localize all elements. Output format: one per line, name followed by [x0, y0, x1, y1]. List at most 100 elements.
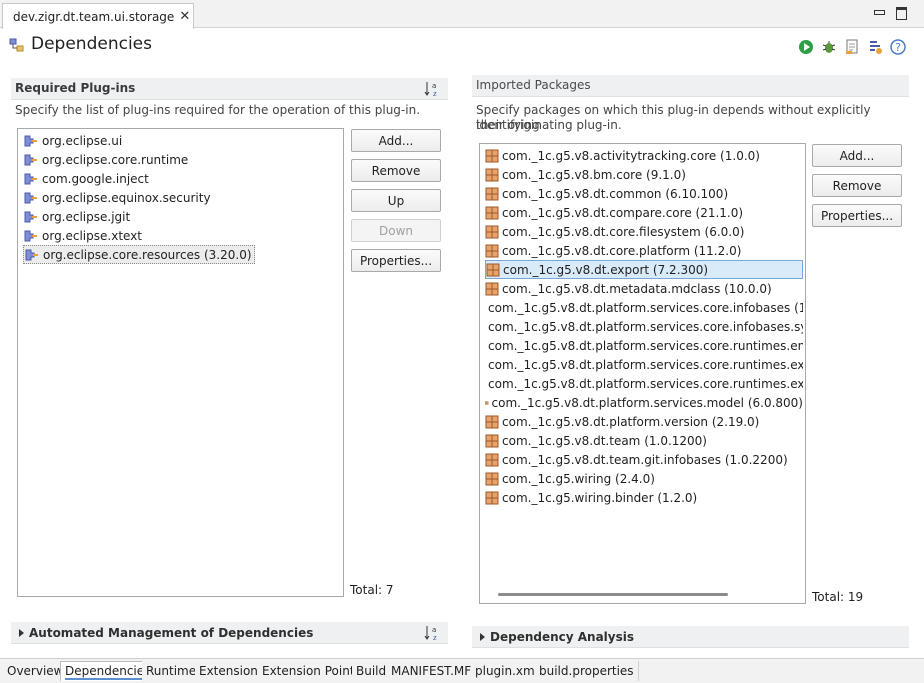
- imported-packages-description-2: their originating plug-in.: [476, 118, 622, 132]
- list-item[interactable]: com._1c.g5.v8.dt.metadata.mdclass (10.0.…: [485, 279, 803, 298]
- required-plugins-description: Specify the list of plug-ins required fo…: [15, 103, 421, 117]
- imported-packages-title: Imported Packages: [476, 78, 591, 92]
- list-item[interactable]: com._1c.g5.v8.activitytracking.core (1.0…: [485, 146, 803, 165]
- list-item[interactable]: com._1c.g5.v8.dt.platform.services.core.…: [485, 298, 803, 317]
- package-icon: [485, 434, 499, 447]
- package-properties-button[interactable]: Properties...: [812, 204, 902, 227]
- required-plugins-title: Required Plug-ins: [15, 81, 136, 95]
- editor-tab-strip: dev.zigr.dt.team.ui.storage ✕: [0, 0, 924, 29]
- imported-packages-list[interactable]: com._1c.g5.v8.activitytracking.core (1.0…: [479, 143, 806, 604]
- plugin-icon: [24, 154, 37, 165]
- dependency-analysis-section[interactable]: Dependency Analysis: [472, 626, 909, 648]
- package-icon: [486, 263, 500, 276]
- plugin-icon: [24, 173, 37, 184]
- list-item[interactable]: com._1c.g5.v8.dt.core.filesystem (6.0.0): [485, 222, 803, 241]
- package-icon: [485, 206, 499, 219]
- add-plugin-button[interactable]: Add...: [351, 129, 441, 152]
- sort-icon[interactable]: [867, 39, 883, 55]
- export-icon[interactable]: [844, 39, 860, 55]
- required-total: Total: 7: [350, 583, 394, 597]
- svg-text:z: z: [433, 634, 437, 642]
- svg-text:z: z: [433, 90, 437, 98]
- remove-package-button[interactable]: Remove: [812, 174, 902, 197]
- list-item[interactable]: org.eclipse.jgit: [23, 207, 130, 226]
- list-item[interactable]: org.eclipse.xtext: [23, 226, 142, 245]
- svg-text:a: a: [432, 82, 436, 90]
- package-icon: [485, 491, 499, 504]
- list-item[interactable]: com._1c.g5.v8.dt.core.platform (11.2.0): [485, 241, 803, 260]
- package-icon: [485, 149, 499, 162]
- plugin-icon: [24, 211, 37, 222]
- close-icon[interactable]: ✕: [179, 9, 190, 24]
- tab-plugin-xml[interactable]: plugin.xml: [471, 661, 544, 681]
- plugin-icon: [25, 249, 38, 260]
- package-icon: [485, 187, 499, 200]
- package-icon: [485, 168, 499, 181]
- plugin-icon: [24, 192, 37, 203]
- up-button[interactable]: Up: [351, 189, 441, 212]
- automated-management-title: Automated Management of Dependencies: [29, 626, 314, 640]
- list-item[interactable]: com._1c.g5.wiring (2.4.0): [485, 469, 803, 488]
- horizontal-scrollbar[interactable]: [498, 593, 728, 596]
- package-icon: [485, 415, 499, 428]
- debug-icon[interactable]: [821, 39, 837, 55]
- list-item[interactable]: com._1c.g5.v8.dt.compare.core (21.1.0): [485, 203, 803, 222]
- sort-alphabetical-icon[interactable]: a z: [423, 80, 441, 98]
- list-item[interactable]: com._1c.g5.v8.dt.platform.version (2.19.…: [485, 412, 803, 431]
- list-item[interactable]: org.eclipse.equinox.security: [23, 188, 211, 207]
- tab-overview[interactable]: Overview: [3, 661, 69, 681]
- sort-alphabetical-icon[interactable]: a z: [423, 624, 441, 642]
- list-item[interactable]: com.google.inject: [23, 169, 149, 188]
- maximize-icon[interactable]: [895, 6, 907, 20]
- list-item[interactable]: com._1c.g5.v8.dt.common (6.10.100): [485, 184, 803, 203]
- editor-tab[interactable]: dev.zigr.dt.team.ui.storage ✕: [2, 3, 194, 29]
- required-plugins-list[interactable]: org.eclipse.ui org.eclipse.core.runtime …: [17, 128, 344, 597]
- page-title: Dependencies: [31, 34, 152, 54]
- package-icon: [485, 282, 499, 295]
- remove-plugin-button[interactable]: Remove: [351, 159, 441, 182]
- list-item-selected[interactable]: com._1c.g5.v8.dt.export (7.2.300): [485, 260, 803, 279]
- package-icon: [485, 472, 499, 485]
- tab-build-properties[interactable]: build.properties: [535, 661, 639, 681]
- dependency-analysis-title: Dependency Analysis: [490, 630, 635, 644]
- list-item[interactable]: com._1c.g5.v8.dt.team (1.0.1200): [485, 431, 803, 450]
- list-item[interactable]: com._1c.g5.v8.dt.platform.services.core.…: [485, 336, 803, 355]
- tab-runtime[interactable]: Runtime: [142, 661, 202, 681]
- plugin-icon: [24, 230, 37, 241]
- package-icon: [485, 400, 489, 405]
- dependencies-icon: [9, 38, 24, 52]
- tab-build[interactable]: Build: [352, 661, 392, 681]
- imported-packages-header: Imported Packages: [472, 75, 909, 97]
- expand-triangle-icon[interactable]: [19, 629, 24, 637]
- list-item-selected[interactable]: org.eclipse.core.resources (3.20.0): [23, 245, 255, 264]
- list-item[interactable]: com._1c.g5.v8.dt.platform.services.core.…: [485, 317, 803, 336]
- list-item[interactable]: com._1c.g5.v8.dt.platform.services.core.…: [485, 355, 803, 374]
- package-icon: [485, 225, 499, 238]
- list-item[interactable]: org.eclipse.ui: [23, 131, 122, 150]
- editor-tab-title: dev.zigr.dt.team.ui.storage: [13, 9, 175, 24]
- run-icon[interactable]: [798, 39, 814, 55]
- tab-manifest[interactable]: MANIFEST.MF: [387, 661, 477, 681]
- list-item[interactable]: com._1c.g5.v8.dt.platform.services.model…: [485, 393, 803, 412]
- list-item[interactable]: com._1c.g5.v8.dt.team.git.infobases (1.0…: [485, 450, 803, 469]
- svg-text:?: ?: [895, 41, 901, 54]
- list-item[interactable]: com._1c.g5.v8.bm.core (9.1.0): [485, 165, 803, 184]
- add-package-button[interactable]: Add...: [812, 144, 902, 167]
- list-item[interactable]: com._1c.g5.wiring.binder (1.2.0): [485, 488, 803, 507]
- required-plugins-header: Required Plug-ins a z: [11, 78, 448, 100]
- help-icon[interactable]: ?: [890, 39, 906, 55]
- plugin-icon: [24, 135, 37, 146]
- list-item[interactable]: org.eclipse.core.runtime: [23, 150, 188, 169]
- svg-text:a: a: [432, 626, 436, 634]
- automated-management-section[interactable]: Automated Management of Dependencies a z: [11, 622, 448, 644]
- editor-page-tabs: Overview Dependencies Runtime Extensions…: [0, 658, 924, 683]
- down-button[interactable]: Down: [351, 219, 441, 242]
- list-item[interactable]: com._1c.g5.v8.dt.platform.services.core.…: [485, 374, 803, 393]
- package-icon: [485, 244, 499, 257]
- imported-total: Total: 19: [812, 590, 864, 604]
- package-icon: [485, 453, 499, 466]
- minimize-icon[interactable]: [873, 6, 885, 18]
- plugin-properties-button[interactable]: Properties...: [351, 249, 441, 272]
- expand-triangle-icon[interactable]: [480, 633, 485, 641]
- tab-extension-points[interactable]: Extension Points: [258, 661, 366, 681]
